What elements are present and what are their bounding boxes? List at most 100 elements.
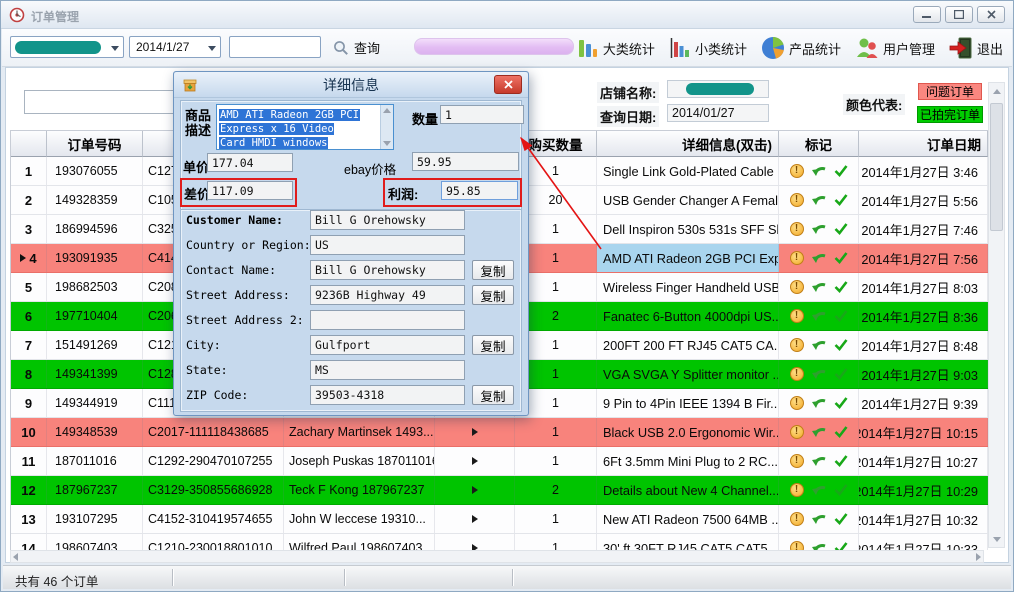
table-row[interactable]: 11187011016C1292-290470107255Joseph Pusk…	[11, 447, 988, 476]
diff-field[interactable]: 117.09	[207, 181, 293, 200]
reply-arrow-icon[interactable]	[811, 397, 827, 410]
reply-arrow-icon[interactable]	[811, 339, 827, 352]
toolbar-users-button[interactable]: 用户管理	[852, 35, 938, 61]
reply-arrow-icon[interactable]	[811, 542, 827, 551]
search-input[interactable]	[229, 36, 321, 58]
detail-cell[interactable]: Dell Inspiron 530s 531s SFF Sl...	[597, 215, 779, 243]
check-icon[interactable]	[834, 426, 848, 438]
check-icon[interactable]	[834, 165, 848, 177]
reply-arrow-icon[interactable]	[811, 310, 827, 323]
reply-arrow-icon[interactable]	[811, 194, 827, 207]
scroll-up-button[interactable]	[989, 83, 1004, 99]
table-row[interactable]: 10149348539C2017-111118438685Zachary Mar…	[11, 418, 988, 447]
table-row[interactable]: 12187967237C3129-350855686928Teck F Kong…	[11, 476, 988, 505]
dialog-close-button[interactable]	[494, 75, 522, 94]
horizontal-scrollbar[interactable]	[10, 550, 984, 563]
detail-cell[interactable]: Details about New 4 Channel...	[597, 476, 779, 504]
copy-button[interactable]: 复制	[472, 335, 514, 355]
reply-arrow-icon[interactable]	[811, 426, 827, 439]
check-icon[interactable]	[834, 194, 848, 206]
column-header[interactable]: 订单日期	[859, 131, 988, 157]
check-icon[interactable]	[834, 252, 848, 264]
detail-cell[interactable]: Single Link Gold-Plated Cable ...	[597, 157, 779, 185]
detail-cell[interactable]: USB Gender Changer A Femal...	[597, 186, 779, 214]
copy-button[interactable]: 复制	[472, 260, 514, 280]
minimize-button[interactable]	[913, 6, 941, 23]
vertical-scroll-thumb[interactable]	[990, 103, 1003, 231]
check-icon[interactable]	[834, 223, 848, 235]
detail-cell[interactable]: Black USB 2.0 Ergonomic Wir...	[597, 418, 779, 446]
column-header[interactable]: 标记	[779, 131, 859, 157]
warning-icon[interactable]: !	[790, 541, 804, 550]
warning-icon[interactable]: !	[790, 338, 804, 352]
column-header[interactable]: 订单号码	[47, 131, 143, 157]
detail-cell[interactable]: Wireless Finger Handheld USB...	[597, 273, 779, 301]
table-row[interactable]: 13193107295C4152-310419574655John W lecc…	[11, 505, 988, 534]
maximize-button[interactable]	[945, 6, 973, 23]
scroll-right-button[interactable]	[976, 553, 981, 561]
check-icon[interactable]	[834, 484, 848, 496]
address-field[interactable]: Bill G Orehowsky	[310, 260, 465, 280]
query-button[interactable]: 查询	[327, 34, 386, 61]
check-icon[interactable]	[834, 513, 848, 525]
warning-icon[interactable]: !	[790, 367, 804, 381]
warning-icon[interactable]: !	[790, 454, 804, 468]
detail-cell[interactable]: 6Ft 3.5mm Mini Plug to 2 RC...	[597, 447, 779, 475]
check-icon[interactable]	[834, 455, 848, 467]
reply-arrow-icon[interactable]	[811, 455, 827, 468]
warning-icon[interactable]: !	[790, 512, 804, 526]
profit-field[interactable]: 95.85	[441, 181, 518, 200]
detail-cell[interactable]: 9 Pin to 4Pin IEEE 1394 B Fir...	[597, 389, 779, 417]
address-field[interactable]: MS	[310, 360, 465, 380]
warning-icon[interactable]: !	[790, 483, 804, 497]
warning-icon[interactable]: !	[790, 193, 804, 207]
column-header[interactable]: 详细信息(双击)	[597, 131, 779, 157]
detail-cell[interactable]: VGA SVGA Y Splitter monitor ...	[597, 360, 779, 388]
expand-cell[interactable]	[435, 476, 515, 504]
warning-icon[interactable]: !	[790, 280, 804, 294]
table-row[interactable]: 14198607403C1210-230018801010Wilfred Pau…	[11, 534, 988, 550]
close-button[interactable]	[977, 6, 1005, 23]
address-field[interactable]: 39503-4318	[310, 385, 465, 405]
shop-select[interactable]	[10, 36, 124, 58]
expand-cell[interactable]	[435, 534, 515, 550]
reply-arrow-icon[interactable]	[811, 368, 827, 381]
detail-cell[interactable]: 30' ft 30FT RJ45 CAT5 CAT5	[597, 534, 779, 550]
address-field[interactable]: 9236B Highway 49	[310, 285, 465, 305]
ebay-price-field[interactable]: 59.95	[412, 152, 519, 171]
detail-cell[interactable]: AMD ATI Radeon 2GB PCI Exp...	[597, 244, 779, 272]
warning-icon[interactable]: !	[790, 396, 804, 410]
warning-icon[interactable]: !	[790, 309, 804, 323]
expand-cell[interactable]	[435, 418, 515, 446]
copy-button[interactable]: 复制	[472, 385, 514, 405]
product-desc-textarea[interactable]: AMD ATI Radeon 2GB PCIExpress x 16 Video…	[216, 104, 394, 150]
detail-cell[interactable]: Fanatec 6-Button 4000dpi US...	[597, 302, 779, 330]
reply-arrow-icon[interactable]	[811, 165, 827, 178]
reply-arrow-icon[interactable]	[811, 484, 827, 497]
quantity-field[interactable]: 1	[440, 105, 524, 124]
expand-cell[interactable]	[435, 447, 515, 475]
check-icon[interactable]	[834, 397, 848, 409]
warning-icon[interactable]: !	[790, 164, 804, 178]
check-icon[interactable]	[834, 339, 848, 351]
check-icon[interactable]	[834, 310, 848, 322]
toolbar-exit-door-button[interactable]: 退出	[946, 35, 1006, 61]
toolbar-pie-chart-button[interactable]: 产品统计	[758, 34, 844, 62]
toolbar-bar-chart-button[interactable]: 大类统计	[574, 35, 658, 61]
textarea-scrollbar[interactable]	[380, 105, 393, 149]
address-field[interactable]	[310, 310, 465, 330]
toolbar-bar-chart-axis-button[interactable]: 小类统计	[666, 35, 750, 61]
vertical-scrollbar[interactable]	[988, 82, 1005, 548]
scroll-down-button[interactable]	[989, 531, 1004, 547]
reply-arrow-icon[interactable]	[811, 252, 827, 265]
address-field[interactable]: Gulfport	[310, 335, 465, 355]
filter-input[interactable]	[24, 90, 174, 114]
warning-icon[interactable]: !	[790, 222, 804, 236]
copy-button[interactable]: 复制	[472, 285, 514, 305]
unit-price-field[interactable]: 177.04	[207, 153, 293, 172]
reply-arrow-icon[interactable]	[811, 513, 827, 526]
check-icon[interactable]	[834, 542, 848, 550]
address-field[interactable]: US	[310, 235, 465, 255]
warning-icon[interactable]: !	[790, 425, 804, 439]
detail-cell[interactable]: New ATI Radeon 7500 64MB ...	[597, 505, 779, 533]
